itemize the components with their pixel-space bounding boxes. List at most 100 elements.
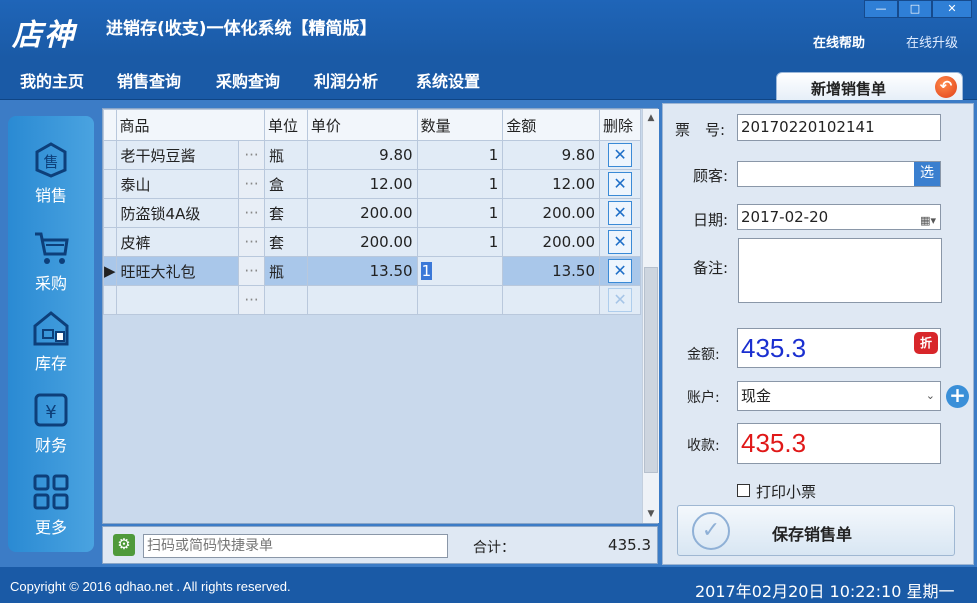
cell-unit[interactable]: 瓶	[263, 140, 308, 170]
delete-row-icon[interactable]: ✕	[608, 201, 633, 225]
tab-new-sales-order[interactable]: 新增销售单 ↶	[776, 72, 963, 102]
print-receipt-checkbox[interactable]	[737, 484, 750, 497]
cell-price[interactable]	[306, 285, 418, 315]
scroll-down-arrow-icon[interactable]: ▼	[643, 505, 659, 523]
order-form: 票 号: 20170220102141 顾客: 选 日期: 2017-02-20…	[662, 103, 974, 565]
cell-unit[interactable]: 套	[263, 227, 308, 257]
cell-quantity[interactable]	[416, 285, 504, 315]
online-upgrade-link[interactable]: 在线升级	[906, 32, 958, 51]
product-picker-button[interactable]: ···	[238, 140, 265, 170]
menu-item-purchase-query[interactable]: 采购查询	[216, 68, 280, 92]
save-sales-order-button[interactable]: ✓ 保存销售单	[677, 505, 955, 556]
delete-row-icon[interactable]: ✕	[608, 230, 633, 254]
cell-quantity[interactable]: 1	[416, 198, 504, 228]
sidebar-item-purchase[interactable]: 采购	[8, 222, 94, 302]
column-header-unit[interactable]: 单位	[263, 109, 308, 141]
table-row-selected[interactable]: ▶ 旺旺大礼包 ··· 瓶 13.50 1 13.50 ✕	[103, 256, 641, 286]
customer-label: 顾客:	[693, 167, 729, 185]
cell-quantity-editing[interactable]: 1	[416, 256, 504, 286]
select-customer-button[interactable]: 选	[914, 162, 940, 186]
gear-icon[interactable]: ⚙	[113, 534, 135, 556]
cell-delete: ✕	[599, 256, 641, 286]
product-picker-button[interactable]: ···	[238, 198, 265, 228]
cell-price[interactable]: 200.00	[306, 198, 418, 228]
cell-price[interactable]: 200.00	[306, 227, 418, 257]
cart-icon	[35, 232, 69, 264]
sidebar-item-more[interactable]: 更多	[8, 466, 94, 546]
cell-amount: 12.00	[502, 169, 601, 199]
calendar-dropdown-icon[interactable]: ▦▾	[920, 209, 936, 233]
cell-delete: ✕	[599, 227, 641, 257]
table-row[interactable]: 泰山 ··· 盒 12.00 1 12.00 ✕	[103, 169, 641, 199]
sidebar-label: 更多	[34, 518, 67, 537]
row-indicator-header	[103, 109, 117, 141]
online-help-link[interactable]: 在线帮助	[813, 32, 865, 51]
received-amount-field[interactable]: 435.3	[737, 423, 941, 464]
column-header-amount[interactable]: 金额	[502, 109, 601, 141]
minimize-button[interactable]: —	[864, 0, 898, 18]
delete-row-icon[interactable]: ✕	[608, 259, 633, 283]
total-label: 合计：	[473, 540, 515, 556]
cell-product[interactable]: 泰山	[115, 169, 240, 199]
customer-field[interactable]: 选	[737, 161, 941, 187]
add-account-icon[interactable]: +	[946, 385, 969, 408]
menu-item-profit-analysis[interactable]: 利润分析	[314, 68, 378, 92]
cell-delete: ✕	[599, 140, 641, 170]
note-textarea[interactable]	[738, 238, 942, 303]
cell-amount: 200.00	[502, 198, 601, 228]
quantity-edit-value[interactable]: 1	[420, 262, 433, 280]
menu-item-home[interactable]: 我的主页	[20, 68, 84, 92]
cell-unit[interactable]: 套	[263, 198, 308, 228]
cell-unit[interactable]: 盒	[263, 169, 308, 199]
cell-product[interactable]: 老干妈豆酱	[115, 140, 240, 170]
product-picker-button[interactable]: ···	[238, 285, 265, 315]
sidebar-item-sales[interactable]: 售 销售	[8, 134, 94, 214]
product-picker-button[interactable]: ···	[238, 256, 265, 286]
product-picker-button[interactable]: ···	[238, 169, 265, 199]
table-row[interactable]: 皮裤 ··· 套 200.00 1 200.00 ✕	[103, 227, 641, 257]
sidebar-item-stock[interactable]: 库存	[8, 302, 94, 382]
table-row[interactable]: 老干妈豆酱 ··· 瓶 9.80 1 9.80 ✕	[103, 140, 641, 170]
date-picker[interactable]: 2017-02-20 ▦▾	[737, 204, 941, 230]
column-header-product[interactable]: 商品	[115, 109, 265, 141]
column-header-quantity[interactable]: 数量	[416, 109, 504, 141]
column-header-price[interactable]: 单价	[306, 109, 418, 141]
app-logo: 店神	[12, 18, 76, 53]
amount-field[interactable]: 435.3 折	[737, 328, 941, 368]
delete-row-icon[interactable]: ✕	[608, 172, 633, 196]
ticket-number-field[interactable]: 20170220102141	[737, 114, 941, 141]
menu-item-system-settings[interactable]: 系统设置	[416, 68, 480, 92]
cell-product[interactable]: 旺旺大礼包	[115, 256, 240, 286]
menu-item-sales-query[interactable]: 销售查询	[117, 68, 181, 92]
cell-product[interactable]	[115, 285, 240, 315]
cell-price[interactable]: 13.50	[306, 256, 418, 286]
cell-price[interactable]: 9.80	[306, 140, 418, 170]
scroll-up-arrow-icon[interactable]: ▲	[643, 109, 659, 127]
table-row-new[interactable]: ··· ✕	[103, 285, 641, 315]
scrollbar-thumb[interactable]	[644, 267, 658, 473]
table-row[interactable]: 防盗锁4A级 ··· 套 200.00 1 200.00 ✕	[103, 198, 641, 228]
sales-icon: 售	[35, 142, 67, 178]
scan-code-input[interactable]	[143, 534, 448, 558]
discount-icon[interactable]: 折	[914, 332, 938, 354]
check-icon: ✓	[692, 512, 730, 550]
row-indicator	[103, 198, 117, 228]
cell-unit[interactable]: 瓶	[263, 256, 308, 286]
cell-unit[interactable]	[263, 285, 308, 315]
cell-quantity[interactable]: 1	[416, 227, 504, 257]
print-receipt-label[interactable]: 打印小票	[756, 481, 816, 502]
cell-price[interactable]: 12.00	[306, 169, 418, 199]
grid-scrollbar[interactable]: ▲ ▼	[642, 109, 659, 523]
cell-quantity[interactable]: 1	[416, 140, 504, 170]
cell-amount: 9.80	[502, 140, 601, 170]
delete-row-icon[interactable]: ✕	[608, 143, 633, 167]
sidebar-item-finance[interactable]: ¥ 财务	[8, 384, 94, 464]
close-button[interactable]: ✕	[932, 0, 972, 18]
account-select[interactable]: 现金 ⌄	[737, 381, 941, 411]
back-arrow-icon[interactable]: ↶	[935, 76, 957, 98]
cell-product[interactable]: 皮裤	[115, 227, 240, 257]
product-picker-button[interactable]: ···	[238, 227, 265, 257]
cell-quantity[interactable]: 1	[416, 169, 504, 199]
cell-product[interactable]: 防盗锁4A级	[115, 198, 240, 228]
maximize-button[interactable]: □	[898, 0, 932, 18]
